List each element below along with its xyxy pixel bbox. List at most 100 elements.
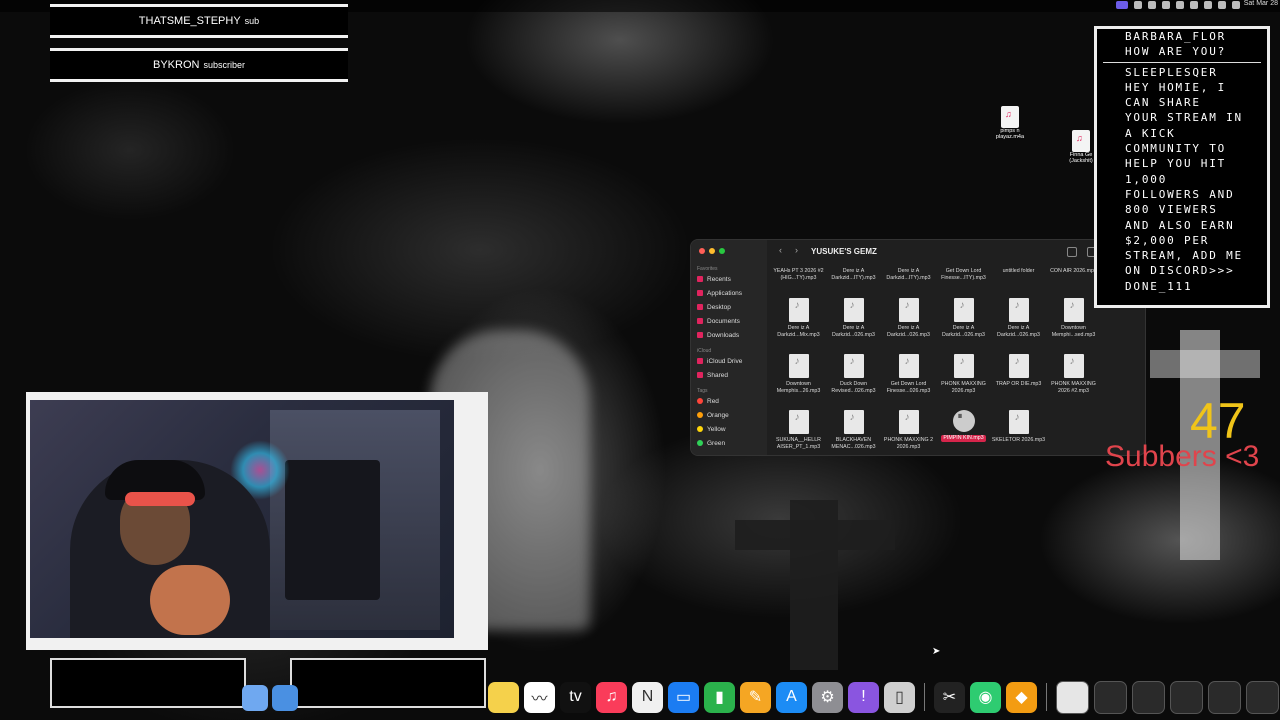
- file-item[interactable]: TRAP OR DIE.mp3: [991, 352, 1046, 408]
- forward-arrow-icon[interactable]: ›: [795, 245, 798, 255]
- file-item[interactable]: PHONK MAXXING 2 2026.mp3: [881, 408, 936, 455]
- numbers-dock-icon[interactable]: ▮: [704, 681, 735, 713]
- desktop-file[interactable]: pimps n playaz.m4a: [987, 106, 1033, 140]
- file-item[interactable]: SUKUNA__HELLR AISER_PT_1.mp3: [771, 408, 826, 455]
- chat-message-line: 1,000: [1125, 172, 1168, 186]
- folder-item[interactable]: untitled folder: [991, 268, 1046, 296]
- apple-tv-dock-icon[interactable]: tv: [560, 681, 591, 713]
- chat-message-line: HOW ARE YOU?: [1125, 45, 1227, 59]
- fl-studio-dock-icon[interactable]: ◆: [1006, 681, 1037, 713]
- file-item[interactable]: Dere iz A Darkzid...ITY).mp3: [881, 268, 936, 296]
- news-dock-icon[interactable]: N: [632, 681, 663, 713]
- audio-file-icon: [953, 298, 974, 322]
- sidebar-tag-green[interactable]: Green: [691, 436, 767, 450]
- chat-message-line: FOLLOWERS AND: [1125, 187, 1235, 201]
- file-item[interactable]: PHONK MAXXING 2026.mp3: [936, 352, 991, 408]
- system-settings-dock-icon[interactable]: ⚙: [812, 681, 843, 713]
- sidebar-item-documents[interactable]: Documents: [691, 314, 767, 328]
- control-center-icon[interactable]: [1232, 1, 1240, 9]
- sidebar-tag-red[interactable]: Red: [691, 394, 767, 408]
- doll: [150, 565, 230, 635]
- obs-dock-icon[interactable]: ◉: [970, 681, 1001, 713]
- finder-dock-icon[interactable]: [272, 685, 298, 711]
- view-options-icon[interactable]: [1067, 247, 1077, 257]
- minimize-button[interactable]: [709, 248, 715, 254]
- notes-dock-icon[interactable]: [488, 681, 519, 713]
- sidebar-item-applications[interactable]: Applications: [691, 286, 767, 300]
- file-item[interactable]: Dere iz A Darkzid...026.mp3: [881, 296, 936, 352]
- file-item[interactable]: YEAHs PT 3 2026 #2 (HIG...TY).mp3: [771, 268, 826, 296]
- search-icon[interactable]: [1218, 1, 1226, 9]
- subscriber-banner: THATSME_STEPHY SUB BYKRON SUBSCRIBER: [50, 0, 348, 88]
- file-item[interactable]: Get Down Lord Finesse...ITY).mp3: [936, 268, 991, 296]
- clock-icon: [697, 276, 703, 282]
- sidebar-item-label: Documents: [707, 317, 740, 325]
- minimized-window-dock-icon[interactable]: [1170, 680, 1203, 714]
- window-controls: [699, 248, 725, 254]
- sidebar-tag-orange[interactable]: Orange: [691, 408, 767, 422]
- audio-file-icon: [1063, 354, 1084, 378]
- status-icon[interactable]: [1162, 1, 1170, 9]
- audio-file-icon: [843, 354, 864, 378]
- overlay-decoration: [50, 658, 246, 708]
- file-item[interactable]: Dere iz A Darkzid...026.mp3: [936, 296, 991, 352]
- finder-window[interactable]: Favorites Recents Applications Desktop D…: [690, 239, 1146, 456]
- file-item[interactable]: Dere iz A Darkzid...026.mp3: [991, 296, 1046, 352]
- file-item[interactable]: PHONK MAXXING 2026 #2.mp3: [1046, 352, 1101, 408]
- music-dock-icon[interactable]: ♫: [596, 681, 627, 713]
- chat-message-line: HEY HOMIE, I: [1125, 80, 1227, 94]
- close-button[interactable]: [699, 248, 705, 254]
- finder-toolbar: ‹ › YUSUKE'S GEMZ: [767, 240, 1145, 262]
- mail-dock-icon[interactable]: [242, 685, 268, 711]
- iphone-mirroring-dock-icon[interactable]: ▯: [884, 681, 915, 713]
- applications-icon: [697, 290, 703, 296]
- minimized-window-dock-icon[interactable]: [1208, 680, 1241, 714]
- status-icon[interactable]: [1116, 1, 1128, 9]
- back-arrow-icon[interactable]: ‹: [779, 245, 782, 255]
- status-icon[interactable]: [1148, 1, 1156, 9]
- sidebar-item-downloads[interactable]: Downloads: [691, 328, 767, 342]
- status-icon[interactable]: [1176, 1, 1184, 9]
- file-item[interactable]: Downtown Memphi...sed.mp3: [1046, 296, 1101, 352]
- file-item[interactable]: Dere iz A Darkzid...ITY).mp3: [826, 268, 881, 296]
- sidebar-item-recents[interactable]: Recents: [691, 272, 767, 286]
- file-name: SKELETOR 2026.mp3: [991, 437, 1046, 443]
- file-item[interactable]: SKELETOR 2026.mp3: [991, 408, 1046, 455]
- file-item[interactable]: PIMPIN KIN.mp3: [936, 408, 991, 455]
- file-item[interactable]: CON AIR 2026.mp3: [1046, 268, 1101, 296]
- minimized-window-dock-icon[interactable]: [1132, 680, 1165, 714]
- freeform-dock-icon[interactable]: 〰: [524, 681, 555, 713]
- sidebar-item-icloud-drive[interactable]: iCloud Drive: [691, 354, 767, 368]
- feedback-dock-icon[interactable]: !: [848, 681, 879, 713]
- file-name: PHONK MAXXING 2026.mp3: [941, 381, 986, 394]
- audio-file-icon: [1063, 298, 1084, 322]
- chat-username: SLEEPLESQER: [1125, 65, 1218, 79]
- minimized-window-dock-icon[interactable]: [1056, 680, 1089, 714]
- sidebar-item-desktop[interactable]: Desktop: [691, 300, 767, 314]
- chat-message-line: HELP YOU HIT: [1125, 157, 1227, 171]
- file-item[interactable]: BLACKHAVEN MENAC...026.mp3: [826, 408, 881, 455]
- file-item[interactable]: Duck Down Revised...026.mp3: [826, 352, 881, 408]
- sidebar-tag-yellow[interactable]: Yellow: [691, 422, 767, 436]
- menu-bar-clock[interactable]: Sat Mar 28: [1244, 0, 1278, 7]
- streamer-cap-brim: [125, 492, 195, 506]
- tag-dot-icon: [697, 412, 703, 418]
- keynote-dock-icon[interactable]: ▭: [668, 681, 699, 713]
- final-cut-dock-icon[interactable]: ✂: [934, 681, 965, 713]
- status-icon[interactable]: [1190, 1, 1198, 9]
- minimized-window-dock-icon[interactable]: [1094, 680, 1127, 714]
- chat-message-line: COMMUNITY TO: [1125, 142, 1227, 156]
- file-item[interactable]: Downtown Memphis...26.mp3: [771, 352, 826, 408]
- dock-separator: [924, 683, 925, 711]
- app-store-dock-icon[interactable]: A: [776, 681, 807, 713]
- trash-dock-icon[interactable]: [1246, 680, 1279, 714]
- file-item[interactable]: Dere iz A Darkzid...026.mp3: [826, 296, 881, 352]
- chat-message-line: STREAM, ADD ME: [1125, 249, 1243, 263]
- file-item[interactable]: Dere iz A Darkzid...Mix.mp3: [771, 296, 826, 352]
- pages-dock-icon[interactable]: ✎: [740, 681, 771, 713]
- zoom-button[interactable]: [719, 248, 725, 254]
- file-item[interactable]: Get Down Lord Finesse...026.mp3: [881, 352, 936, 408]
- sidebar-item-shared[interactable]: Shared: [691, 368, 767, 382]
- status-icon[interactable]: [1134, 1, 1142, 9]
- wifi-icon[interactable]: [1204, 1, 1212, 9]
